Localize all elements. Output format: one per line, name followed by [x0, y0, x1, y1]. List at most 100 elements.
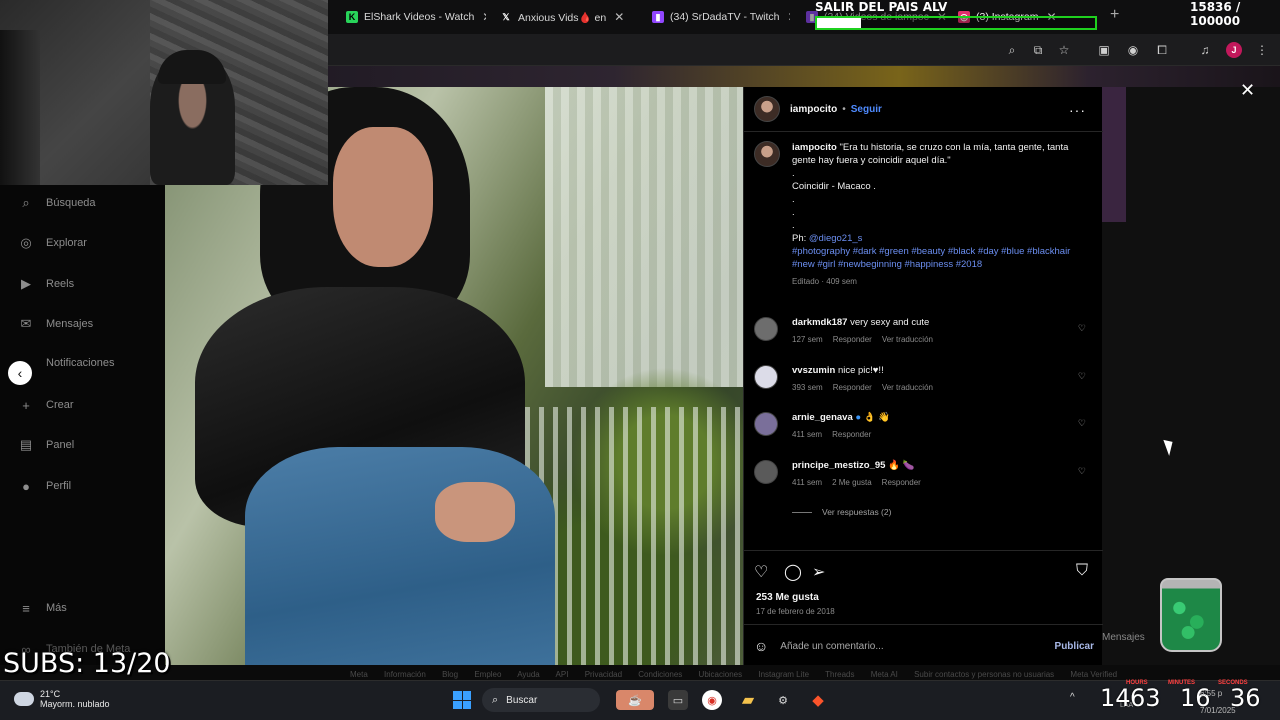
comment-username[interactable]: arnie_genava: [792, 412, 853, 423]
sidebar-item-busqueda[interactable]: ⌕ Búsqueda: [18, 195, 95, 211]
close-modal-icon[interactable]: ✕: [1240, 80, 1255, 101]
footer-link[interactable]: Ubicaciones: [699, 670, 743, 679]
like-comment-icon[interactable]: ♡: [1078, 466, 1086, 477]
author-username[interactable]: iampocito: [790, 104, 837, 115]
like-comment-icon[interactable]: ♡: [1078, 371, 1086, 382]
messages-button[interactable]: Mensajes: [1102, 632, 1145, 643]
footer-link[interactable]: Ayuda: [517, 670, 540, 679]
view-replies-button[interactable]: Ver respuestas (2): [792, 507, 891, 517]
stream-goal-bar: [815, 16, 1097, 30]
sidebar-item-reels[interactable]: ▶ Reels: [18, 276, 74, 292]
comment-username[interactable]: vvszumin: [792, 365, 835, 376]
footer-link[interactable]: Threads: [825, 670, 854, 679]
comment-username[interactable]: darkmdk187: [792, 317, 847, 328]
emoji-icon[interactable]: ☺: [754, 638, 768, 654]
footer-link[interactable]: API: [556, 670, 569, 679]
task-view-icon[interactable]: ▭: [668, 690, 688, 710]
comment-item: arnie_genava ● 👌 👋 411 sem Responder ♡: [754, 412, 1094, 439]
sidebar-item-crear[interactable]: + Crear: [18, 397, 73, 413]
footer-link[interactable]: Meta: [350, 670, 368, 679]
tab-srdadatv[interactable]: ▮ (34) SrDadaTV - Twitch ✕: [652, 6, 790, 28]
bookmark-icon[interactable]: ⛉: [1076, 562, 1088, 580]
extension-icon[interactable]: ▣: [1096, 42, 1112, 58]
search-icon: ⌕: [492, 693, 499, 706]
like-icon[interactable]: ♡: [754, 562, 768, 582]
translate-button[interactable]: Ver traducción: [882, 335, 933, 344]
like-comment-icon[interactable]: ♡: [1078, 418, 1086, 429]
tray-chevron-icon[interactable]: ^: [1070, 692, 1075, 703]
author-avatar[interactable]: [754, 96, 780, 122]
post-caption: iampocito "Era tu historia, se cruzo con…: [754, 141, 1094, 288]
taskbar-app-icon[interactable]: ☕: [616, 690, 654, 710]
folder-icon[interactable]: ▰: [738, 690, 758, 710]
reels-icon: ▶: [21, 276, 31, 291]
comment-icon[interactable]: ◯: [784, 562, 802, 582]
comment-avatar[interactable]: [754, 365, 778, 389]
comment-avatar[interactable]: [754, 460, 778, 484]
close-icon[interactable]: ✕: [788, 10, 790, 24]
footer-link[interactable]: Empleo: [474, 670, 501, 679]
comment-avatar[interactable]: [754, 412, 778, 436]
app-icon[interactable]: ⚙: [773, 690, 793, 710]
tab-elshark[interactable]: K ElShark Videos - Watch ✕: [346, 6, 486, 28]
plus-icon: +: [22, 397, 30, 413]
zoom-icon[interactable]: ⌕: [1004, 42, 1020, 58]
photographer-mention[interactable]: @diego21_s: [809, 233, 863, 244]
sidebar-item-panel[interactable]: ▤ Panel: [18, 437, 74, 453]
close-icon[interactable]: ✕: [614, 10, 624, 24]
previous-post-button[interactable]: ‹: [8, 361, 32, 385]
comment-avatar[interactable]: [754, 317, 778, 341]
reply-button[interactable]: Responder: [882, 478, 921, 487]
footer-link[interactable]: Subir contactos y personas no usuarias: [914, 670, 1054, 679]
close-icon[interactable]: ✕: [482, 10, 486, 24]
sidebar-item-mensajes[interactable]: ✉ Mensajes: [18, 316, 94, 332]
footer-link[interactable]: Condiciones: [638, 670, 682, 679]
cast-icon[interactable]: ⧉: [1030, 42, 1046, 58]
weather-temp: 21°C: [40, 689, 61, 699]
reply-button[interactable]: Responder: [833, 335, 872, 344]
comment-item: darkmdk187 very sexy and cute 127 sem Res…: [754, 317, 1094, 344]
footer-link[interactable]: Meta Verified: [1070, 670, 1117, 679]
weather-widget[interactable]: 21°C Mayorm. nublado: [14, 689, 110, 709]
media-icon[interactable]: ♫: [1197, 42, 1213, 58]
caption-username[interactable]: iampocito: [792, 142, 837, 153]
system-clock[interactable]: 6:55 p 7/01/2025: [1200, 689, 1236, 715]
reply-button[interactable]: Responder: [832, 430, 871, 439]
divider: [744, 550, 1103, 551]
brave-icon[interactable]: ◆: [808, 690, 828, 710]
divider: [744, 624, 1103, 625]
footer-link[interactable]: Instagram Lite: [758, 670, 809, 679]
sidebar-item-perfil[interactable]: ● Perfil: [18, 478, 71, 494]
likes-count[interactable]: 253 Me gusta: [756, 592, 819, 603]
comment-username[interactable]: principe_mestizo_95: [792, 460, 885, 471]
footer-link[interactable]: Meta AI: [871, 670, 898, 679]
tab-anxious-vids[interactable]: 𝕏 Anxious Vids🩸 en ✕: [500, 6, 638, 28]
like-comment-icon[interactable]: ♡: [1078, 323, 1086, 334]
comment-likes[interactable]: 2 Me gusta: [832, 478, 872, 487]
reply-button[interactable]: Responder: [833, 383, 872, 392]
footer-link[interactable]: Privacidad: [585, 670, 622, 679]
footer-links: Meta Información Blog Empleo Ayuda API P…: [350, 670, 1131, 679]
translate-button[interactable]: Ver traducción: [882, 383, 933, 392]
footer-link[interactable]: Información: [384, 670, 426, 679]
comment-input[interactable]: [780, 640, 1055, 652]
star-icon[interactable]: ☆: [1056, 42, 1072, 58]
share-icon[interactable]: ➢: [812, 562, 825, 582]
more-options-icon[interactable]: ···: [1069, 102, 1086, 118]
profile-avatar[interactable]: J: [1226, 42, 1242, 58]
kebab-menu-icon[interactable]: ⋮: [1254, 42, 1270, 58]
footer-link[interactable]: Blog: [442, 670, 458, 679]
puzzle-icon[interactable]: ⧠: [1154, 42, 1170, 58]
sidebar-item-notificaciones[interactable]: Notificaciones: [46, 357, 114, 369]
sidebar-item-explorar[interactable]: ◎ Explorar: [18, 235, 87, 251]
windows-start-icon[interactable]: [453, 691, 471, 709]
publish-button[interactable]: Publicar: [1055, 641, 1094, 652]
caption-avatar[interactable]: [754, 141, 780, 167]
vpn-icon[interactable]: ◉: [1125, 42, 1141, 58]
follow-button[interactable]: Seguir: [851, 104, 882, 115]
new-tab-button[interactable]: +: [1110, 6, 1119, 24]
taskbar-search[interactable]: ⌕ Buscar: [482, 688, 600, 712]
hashtags[interactable]: #photography #dark #green #beauty #black…: [792, 245, 1092, 271]
sidebar-item-mas[interactable]: ≡ Más: [18, 600, 67, 616]
chrome-icon[interactable]: ◉: [702, 690, 722, 710]
